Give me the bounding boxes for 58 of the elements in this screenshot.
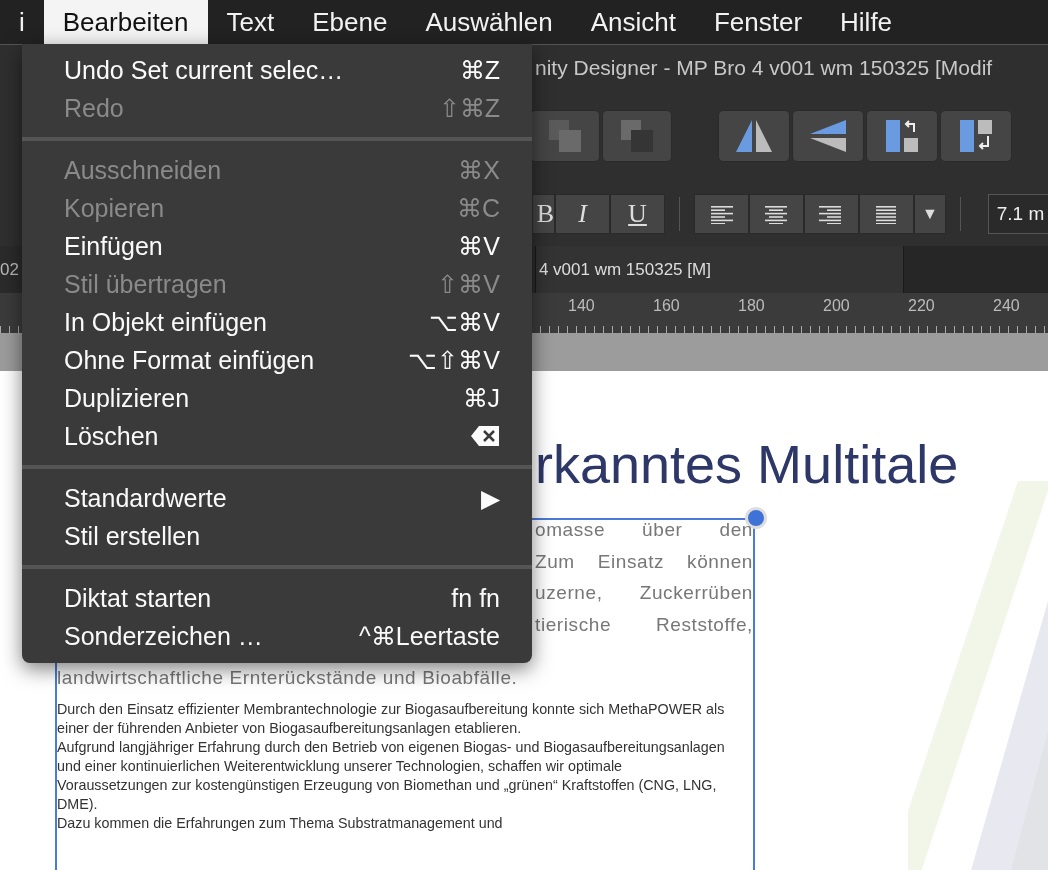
ruler-label: 160 [652,296,681,316]
rotate-right-button[interactable] [940,110,1012,162]
align-left-icon [709,203,734,224]
text-align-button[interactable] [858,193,914,234]
ruler-label: 180 [737,296,766,316]
menu-item[interactable]: Ohne Format einfügen ⌥⇧⌘V [22,341,532,379]
justify-icon [874,203,899,224]
document-tab[interactable]: 02 [0,246,21,293]
text-line: Zum Einsatz können [535,549,753,574]
italic-button[interactable]: I [555,193,610,234]
flip-horizontal-button[interactable] [718,110,790,162]
menu-bar-item[interactable]: Ebene [293,0,407,44]
menu-bar-item[interactable]: Ansicht [571,0,695,44]
delete-key-icon [470,425,500,447]
document-tab[interactable]: 4 v001 wm 150325 [M] [535,246,904,293]
text-align-button[interactable] [693,193,749,234]
align-right-icon [819,203,844,224]
overlapping-squares-icon [547,118,583,154]
ruler-label: 220 [907,296,936,316]
menu-item[interactable]: Diktat starten fn fn [22,579,532,617]
paragraph: Aufgrund langjähriger Erfahrung durch den Betrieb von eigenen Biogas- und Biogasaufbereitungsanlagen und einer kontinuierlichen Weiterentwicklung unserer Technologien, schaffen wir optimale Voraussetzungen zur kostengünstigen Erzeugung von Biomethan und „grünen“ Kraftstoffen (CNG, LNG, DME). [57,738,726,815]
text-line: landwirtschaftliche Ernterückstände und Bioabfälle. [57,666,519,691]
menu-item[interactable]: Einfügen ⌘V [22,227,532,265]
menu-item[interactable]: Standardwerte ▶ [22,479,532,517]
menu-item[interactable]: In Objekt einfügen ⌥⌘V [22,303,532,341]
paragraph: Durch den Einsatz effizienter Membrantechnologie zur Biogasaufbereitung konnte sich MethaPOWER als einer der führenden Anbieter von Biogasaufbereitungsanlagen etablieren. [57,700,726,739]
menu-bar-item[interactable]: Text [207,0,294,44]
menu-bar-item[interactable]: Fenster [694,0,822,44]
text-line: tierische Reststoffe, [535,612,753,637]
menu-item[interactable]: Sonderzeichen … ^⌘Leertaste [22,617,532,655]
font-size-field[interactable]: 7.1 m [987,193,1048,234]
arrange-to-back-button[interactable] [602,110,672,162]
menu-item[interactable]: Löschen [22,417,532,455]
menu-bar-item[interactable]: i [0,0,44,44]
text-align-button[interactable] [748,193,804,234]
menu-bar-item[interactable]: Auswählen [406,0,572,44]
window-title: nity Designer - MP Bro 4 v001 wm 150325 [Modif [535,56,993,80]
overlapping-squares-icon [619,118,655,154]
menu-bar-item[interactable]: Hilfe [821,0,912,44]
text-align-button[interactable] [803,193,859,234]
ruler-label: 200 [822,296,851,316]
text-line: omasse über den [535,518,753,543]
underline-button[interactable]: U [610,193,665,234]
paragraph: Dazu kommen die Erfahrungen zum Thema Substratmanagement und [57,814,504,834]
ruler-label: 240 [992,296,1021,316]
flip-vertical-button[interactable] [792,110,864,162]
menu-item[interactable]: Duplizieren ⌘J [22,379,532,417]
text-line: uzerne, Zuckerrüben [535,581,753,606]
arrange-backward-button[interactable] [530,110,600,162]
menu-item[interactable]: Undo Set current selec… ⌘Z [22,51,532,89]
heading: rkanntes Multitale [535,435,959,495]
menu-item[interactable]: Stil erstellen [22,517,532,555]
align-dropdown-button[interactable]: ▼ [913,193,946,234]
ruler-label: 140 [567,296,596,316]
bold-button[interactable]: B [533,193,555,234]
rotate-left-button[interactable] [866,110,938,162]
align-center-icon [764,203,789,224]
menu-bar-item[interactable]: Bearbeiten [43,0,208,44]
